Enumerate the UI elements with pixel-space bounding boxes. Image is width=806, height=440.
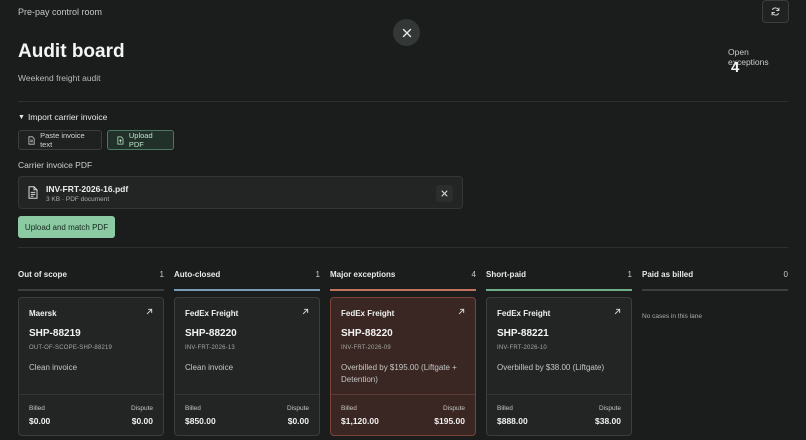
dispute-label: Dispute [130, 405, 153, 412]
card-shipment-id: SHP-88220 [341, 328, 393, 339]
header-divider [18, 101, 788, 102]
page-subtitle: Weekend freight audit [18, 73, 101, 83]
card-note: Overbilled by $38.00 (Liftgate) [497, 363, 605, 372]
import-toggle-label: Import carrier invoice [27, 112, 108, 122]
card-carrier: Maersk [29, 309, 57, 318]
document-icon [28, 186, 38, 199]
document-icon [28, 135, 35, 145]
lane-count: 0 [783, 270, 788, 279]
card-reference: INV-FRT-2026-10 [497, 345, 547, 351]
dispute-label: Dispute [442, 405, 465, 412]
lane-title: Major exceptions [330, 270, 396, 279]
lane-major-exceptions: Major exceptions 4 [330, 270, 476, 291]
lane-count: 4 [471, 270, 476, 279]
paste-button-label: Paste invoice text [40, 131, 85, 149]
close-icon [402, 28, 411, 37]
billed-label: Billed [29, 405, 45, 412]
upload-file-icon [117, 136, 124, 144]
lane-out-of-scope: Out of scope 1 [18, 270, 164, 291]
card-shipment-id: SHP-88221 [497, 328, 549, 339]
import-carrier-invoice-toggle[interactable]: ▼ Import carrier invoice [18, 112, 107, 122]
card-reference: OUT-OF-SCOPE-SHP-88219 [29, 345, 113, 351]
card-reference: INV-FRT-2026-09 [341, 345, 391, 351]
section-divider [18, 247, 788, 248]
billed-amount: $1,120.00 [341, 416, 379, 426]
open-external-icon[interactable] [146, 308, 153, 315]
open-external-icon[interactable] [614, 308, 621, 315]
card-divider [19, 394, 163, 395]
audit-board-page: Pre-pay control room Audit board Weekend… [0, 0, 806, 440]
card-note: Clean invoice [185, 363, 234, 372]
lane-accent-bar [18, 289, 164, 291]
billed-label: Billed [341, 405, 357, 412]
card-divider [175, 394, 319, 395]
lane-count: 1 [627, 270, 632, 279]
file-meta: 3 KB · PDF document [46, 196, 110, 203]
close-button[interactable] [393, 19, 420, 46]
card-note: Clean invoice [29, 363, 78, 372]
paste-invoice-text-button[interactable]: Paste invoice text [18, 130, 102, 150]
lane-short-paid: Short-paid 1 [486, 270, 632, 291]
remove-file-button[interactable] [436, 185, 453, 202]
lane-accent-bar [486, 289, 632, 291]
dispute-amount: $38.00 [595, 416, 621, 426]
lane-title: Paid as billed [642, 270, 694, 279]
billed-amount: $0.00 [29, 416, 51, 426]
lane-accent-bar [642, 289, 788, 291]
card-carrier: FedEx Freight [341, 309, 395, 318]
card-note: Overbilled by $195.00 (Liftgate + Detent… [341, 363, 457, 384]
card-divider [331, 394, 475, 395]
card-carrier: FedEx Freight [497, 309, 551, 318]
open-external-icon[interactable] [302, 308, 309, 315]
case-card[interactable]: Maersk SHP-88219 OUT-OF-SCOPE-SHP-88219 … [18, 297, 164, 436]
empty-lane-message: No cases in this lane [642, 313, 702, 320]
file-name: INV-FRT-2026-16.pdf [46, 184, 129, 194]
lane-auto-closed: Auto-closed 1 [174, 270, 320, 291]
dispute-label: Dispute [598, 405, 621, 412]
open-exceptions-count: 4 [731, 59, 740, 76]
billed-amount: $850.00 [185, 416, 216, 426]
refresh-icon [771, 7, 780, 16]
lane-title: Out of scope [18, 270, 67, 279]
card-divider [487, 394, 631, 395]
upload-button-label: Upload PDF [128, 131, 153, 149]
open-external-icon[interactable] [458, 308, 465, 315]
card-shipment-id: SHP-88219 [29, 328, 81, 339]
refresh-button[interactable] [762, 0, 789, 23]
case-card[interactable]: FedEx Freight SHP-88221 INV-FRT-2026-10 … [486, 297, 632, 436]
billed-amount: $888.00 [497, 416, 528, 426]
carrier-invoice-pdf-label: Carrier invoice PDF [18, 160, 93, 170]
caret-down-icon: ▼ [18, 113, 25, 121]
lane-title: Auto-closed [174, 270, 221, 279]
lane-title: Short-paid [486, 270, 526, 279]
dispute-amount: $0.00 [131, 416, 153, 426]
selected-file-card: INV-FRT-2026-16.pdf 3 KB · PDF document [18, 176, 463, 209]
lane-count: 1 [159, 270, 164, 279]
dispute-label: Dispute [286, 405, 309, 412]
lane-count: 1 [315, 270, 320, 279]
case-card[interactable]: FedEx Freight SHP-88220 INV-FRT-2026-09 … [330, 297, 476, 436]
dispute-amount: $0.00 [287, 416, 309, 426]
lane-accent-bar [330, 289, 476, 291]
billed-label: Billed [185, 405, 201, 412]
card-reference: INV-FRT-2026-13 [185, 345, 235, 351]
card-carrier: FedEx Freight [185, 309, 239, 318]
case-card[interactable]: FedEx Freight SHP-88220 INV-FRT-2026-13 … [174, 297, 320, 436]
lane-paid-as-billed: Paid as billed 0 [642, 270, 788, 291]
upload-pdf-button[interactable]: Upload PDF [107, 130, 174, 150]
billed-label: Billed [497, 405, 513, 412]
page-title: Audit board [18, 41, 125, 62]
dispute-amount: $195.00 [434, 416, 465, 426]
upload-and-match-button[interactable]: Upload and match PDF [18, 216, 115, 238]
lane-accent-bar [174, 289, 320, 291]
card-shipment-id: SHP-88220 [185, 328, 237, 339]
eyebrow-label: Pre-pay control room [18, 7, 103, 17]
remove-icon [441, 190, 448, 197]
